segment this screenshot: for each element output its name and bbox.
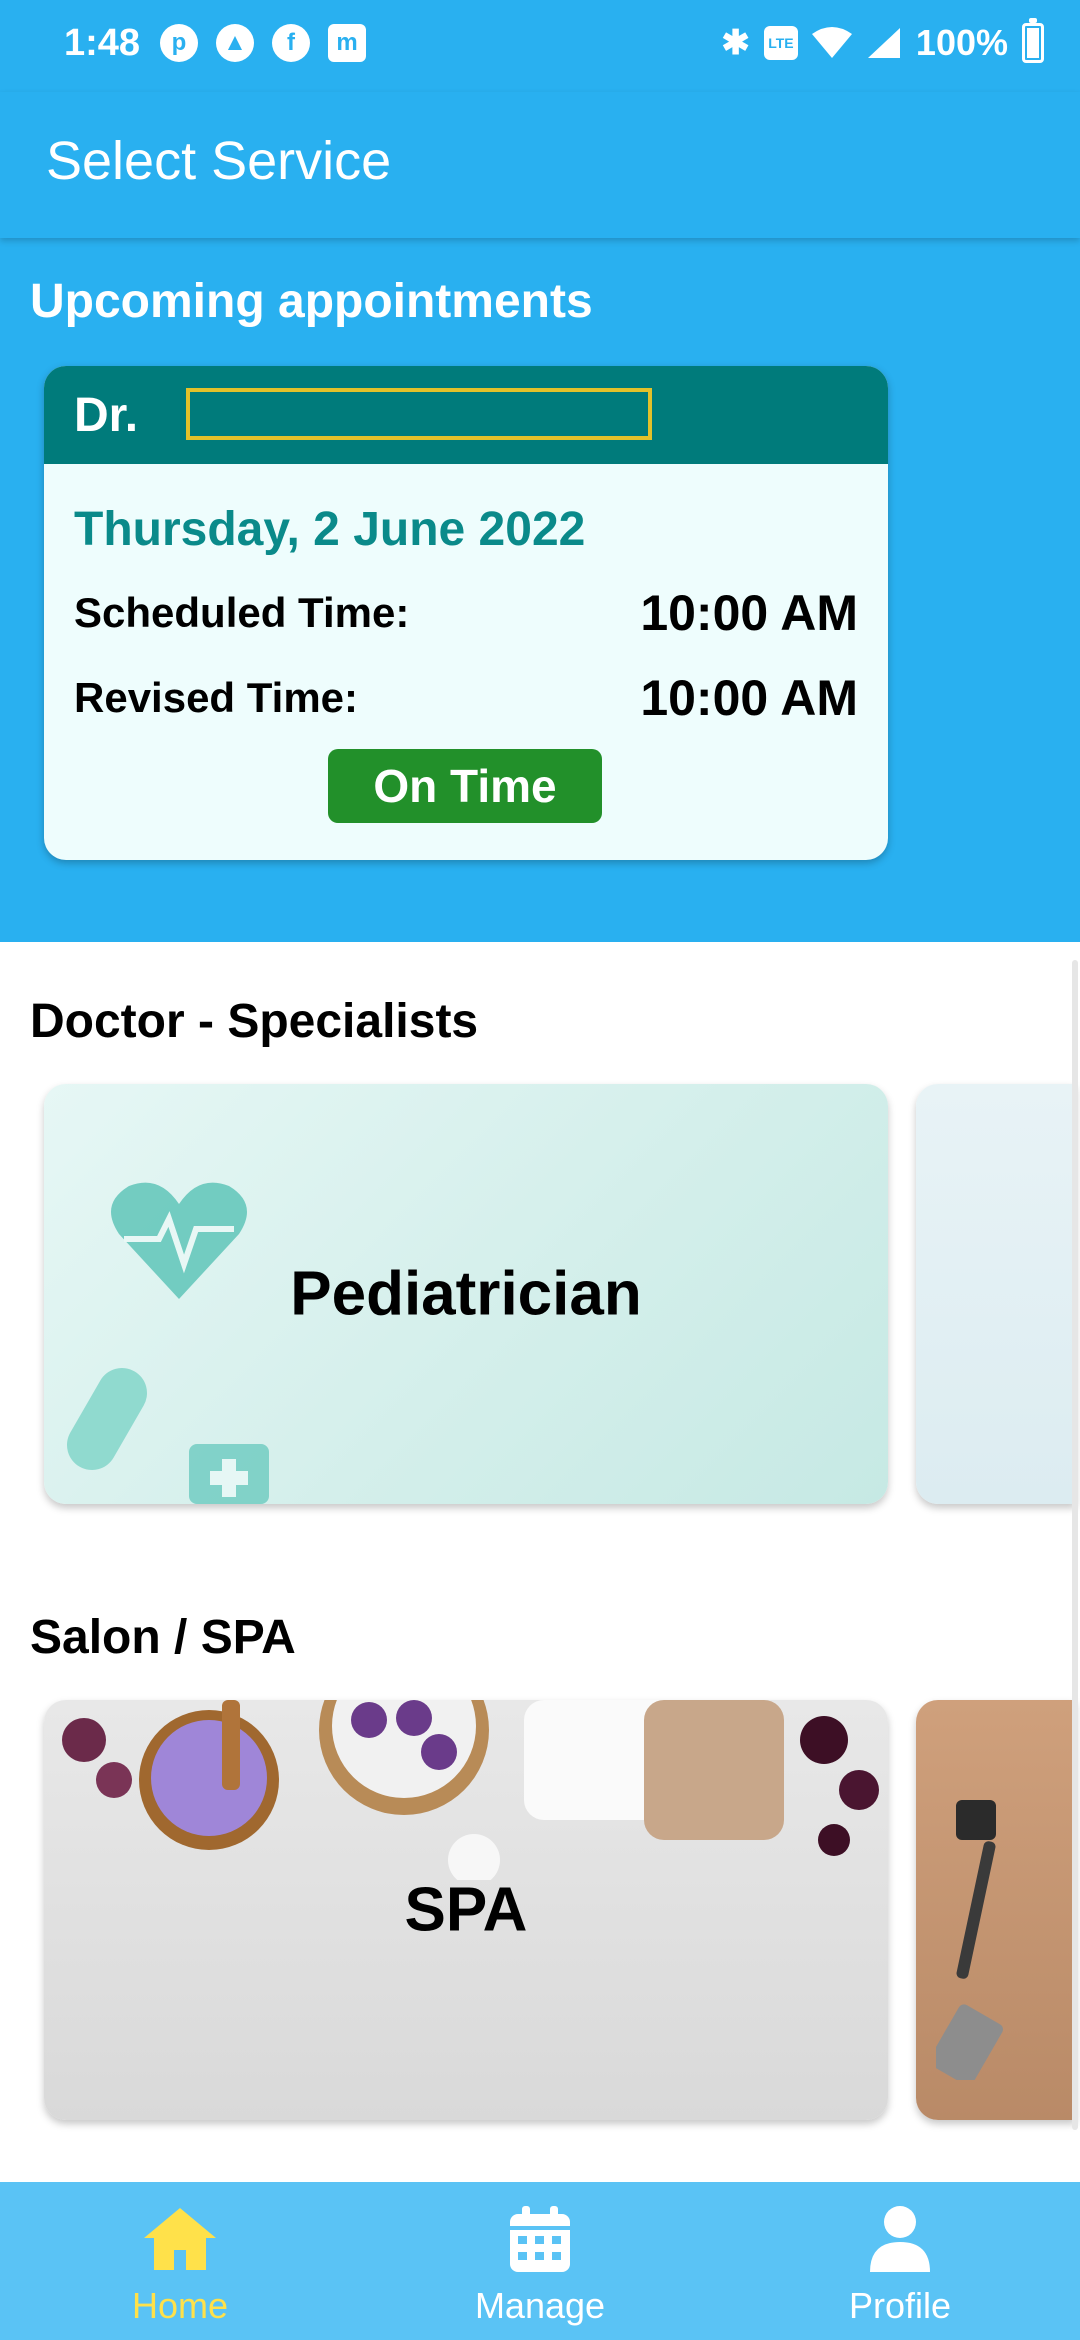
wifi-icon (811, 27, 852, 58)
appointment-card[interactable]: Dr. Thursday, 2 June 2022 Scheduled Time… (44, 366, 888, 860)
appointment-header: Dr. (44, 366, 888, 464)
scrollbar[interactable] (1072, 960, 1078, 2130)
bottom-navigation: Home Manage Profile (0, 2182, 1080, 2340)
upcoming-appointments-section: Upcoming appointments Dr. Thursday, 2 Ju… (0, 238, 1080, 942)
medical-cross-icon (189, 1444, 269, 1504)
page-title: Select Service (46, 131, 392, 191)
nav-manage-label: Manage (474, 2285, 606, 2326)
nav-home-label: Home (131, 2285, 229, 2326)
bluetooth-icon: ✱ (721, 24, 750, 62)
spa-decoration-icon (62, 1700, 879, 1880)
razor-icon (936, 1800, 1003, 2080)
calendar-icon (510, 2206, 570, 2272)
next-salon-card-partial[interactable] (916, 1700, 1076, 2120)
status-time: 1:48 (64, 22, 141, 64)
revised-time-label: Revised Time: (74, 674, 359, 721)
nav-home[interactable]: Home (80, 2204, 280, 2327)
doctor-prefix: Dr. (74, 389, 139, 442)
battery-icon (1022, 18, 1044, 63)
spa-card[interactable]: SPA (44, 1700, 888, 2120)
revised-time-value: 10:00 AM (640, 670, 858, 726)
signal-icon (867, 28, 900, 58)
nav-profile-label: Profile (848, 2285, 952, 2326)
system-status: ✱ LTE 100% (721, 18, 1044, 64)
nav-manage[interactable]: Manage (440, 2204, 640, 2327)
status-badge: On Time (328, 749, 602, 823)
status-bar: 1:48 p ▲ f m ✱ LTE 100% (0, 0, 1080, 92)
upcoming-title: Upcoming appointments (30, 275, 593, 328)
home-icon (144, 2208, 216, 2270)
appointment-date: Thursday, 2 June 2022 (74, 503, 586, 556)
myntra-icon: m (328, 24, 366, 62)
battery-percent: 100% (915, 22, 1008, 63)
facebook-icon: f (272, 24, 310, 62)
pill-decoration-icon (67, 1368, 147, 1470)
volte-icon: LTE (763, 26, 798, 60)
doctor-name-redacted (186, 388, 652, 440)
person-icon (870, 2206, 930, 2272)
nav-profile[interactable]: Profile (800, 2204, 1000, 2327)
scheduled-time-value: 10:00 AM (640, 585, 858, 641)
scheduled-time-row: Scheduled Time: 10:00 AM (74, 584, 858, 642)
salon-section-title: Salon / SPA (30, 1611, 296, 1664)
revised-time-row: Revised Time: 10:00 AM (74, 669, 858, 727)
service-label: SPA (404, 1875, 528, 1945)
scheduled-time-label: Scheduled Time: (74, 589, 410, 636)
doctor-section-title: Doctor - Specialists (30, 995, 479, 1048)
drive-notification-icon: ▲ (216, 24, 254, 62)
next-specialist-card-partial[interactable] (916, 1084, 1076, 1504)
app-notification-icon: p (160, 24, 198, 62)
notification-icons: p ▲ f m (160, 24, 366, 62)
app-bar: Select Service (0, 92, 1080, 238)
pediatrician-card[interactable]: Pediatrician (44, 1084, 888, 1504)
service-label: Pediatrician (290, 1259, 642, 1329)
